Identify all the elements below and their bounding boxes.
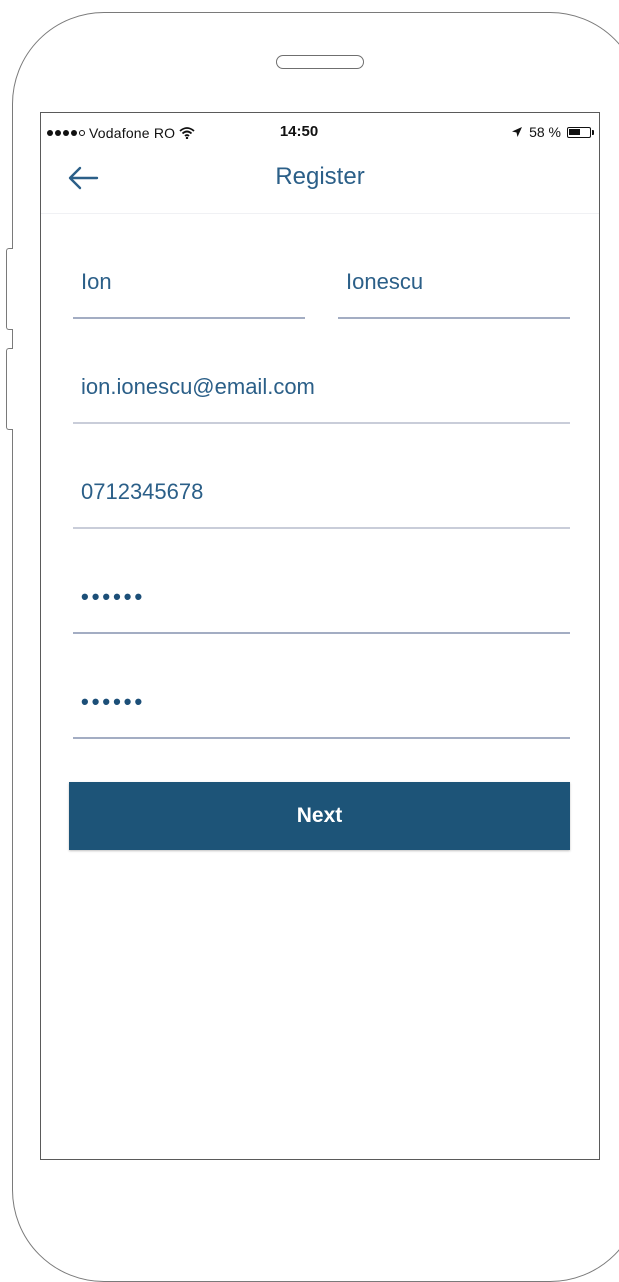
status-bar: Vodafone RO 14:50 58 % [41, 113, 599, 153]
password-field [73, 580, 570, 634]
next-button[interactable]: Next [69, 782, 570, 850]
last-name-input[interactable] [346, 269, 562, 295]
battery-fill [569, 128, 580, 135]
email-input[interactable] [81, 374, 562, 400]
first-name-input[interactable] [81, 269, 297, 295]
page-title: Register [275, 163, 365, 190]
confirm-password-input[interactable] [81, 689, 562, 715]
first-name-field [73, 265, 305, 319]
password-input[interactable] [81, 584, 562, 610]
email-field [73, 370, 570, 424]
volume-down-button [6, 348, 13, 430]
battery-percent: 58 % [529, 124, 561, 140]
nav-bar: Register [41, 153, 599, 214]
confirm-password-field [73, 685, 570, 739]
last-name-field [338, 265, 570, 319]
phone-speaker [276, 55, 364, 69]
phone-screen: Vodafone RO 14:50 58 % Register Ion Ione… [40, 112, 600, 1160]
volume-up-button [6, 248, 13, 330]
status-right: 58 % [511, 124, 594, 140]
phone-input[interactable] [81, 479, 562, 505]
phone-field [73, 475, 570, 529]
location-arrow-icon [512, 127, 523, 137]
battery-icon [567, 126, 594, 138]
